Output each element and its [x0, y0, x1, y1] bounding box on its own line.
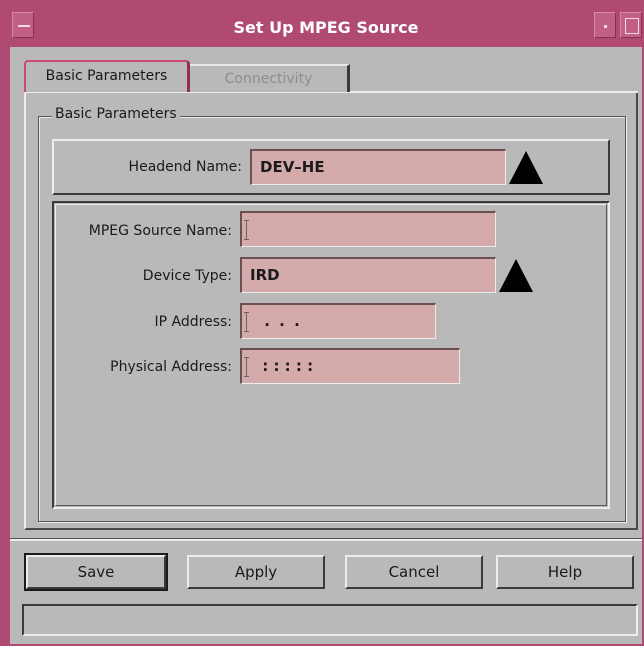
cancel-button[interactable]: Cancel	[345, 555, 483, 589]
mpeg-source-name-label: MPEG Source Name:	[88, 223, 232, 239]
title-bar[interactable]: Set Up MPEG Source	[10, 9, 642, 47]
physical-address-label: Physical Address:	[110, 359, 232, 375]
window-title: Set Up MPEG Source	[233, 18, 419, 37]
save-button[interactable]: Save	[24, 553, 168, 591]
device-type-field[interactable]: IRD	[240, 257, 496, 293]
help-button[interactable]: Help	[496, 555, 634, 589]
ip-address-value: . . .	[257, 312, 302, 330]
tab-basic-parameters[interactable]: Basic Parameters	[24, 60, 190, 92]
device-type-label: Device Type:	[142, 268, 232, 284]
maximize-icon	[625, 18, 639, 34]
apply-button[interactable]: Apply	[187, 555, 325, 589]
physical-address-value: : : : : :	[257, 357, 314, 375]
minimize-icon	[604, 25, 607, 28]
text-cursor-icon	[244, 356, 249, 377]
text-cursor-icon	[244, 311, 249, 332]
status-bar	[22, 604, 638, 636]
triangle-up-icon[interactable]	[509, 151, 543, 184]
physical-address-input[interactable]: : : : : :	[240, 348, 460, 384]
ip-address-input[interactable]: . . .	[240, 303, 436, 339]
headend-name-field[interactable]: DEV–HE	[250, 149, 506, 185]
maximize-button[interactable]	[620, 12, 642, 38]
text-cursor-icon	[244, 219, 249, 240]
minimize-button[interactable]	[594, 12, 616, 38]
headend-name-label: Headend Name:	[128, 159, 242, 175]
group-legend: Basic Parameters	[52, 106, 180, 122]
ip-address-label: IP Address:	[154, 314, 233, 330]
button-row-separator	[10, 538, 642, 541]
mpeg-source-name-input[interactable]	[240, 211, 496, 247]
triangle-up-icon[interactable]	[499, 259, 533, 292]
tab-connectivity[interactable]: Connectivity	[190, 64, 350, 92]
